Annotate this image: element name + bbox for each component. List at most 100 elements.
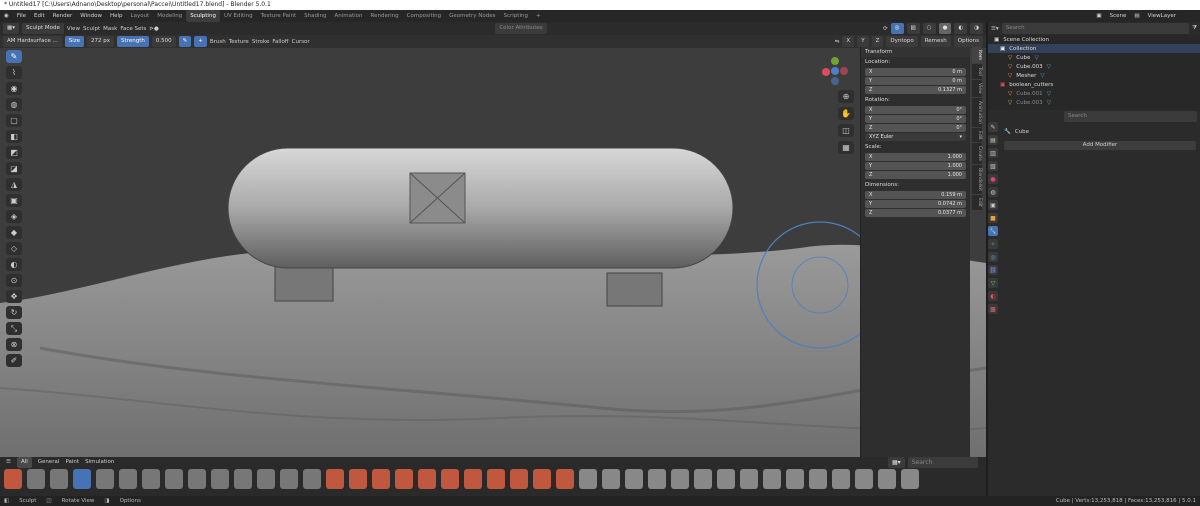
texture-props-icon[interactable]: ▩ <box>988 304 998 314</box>
menu-brush[interactable]: Brush <box>210 39 226 45</box>
world-props-icon[interactable]: ◍ <box>988 187 998 197</box>
tab-texture-paint[interactable]: Texture Paint <box>257 10 301 22</box>
zoom-tool-icon[interactable]: ⊙ <box>6 274 22 287</box>
brush-thumb[interactable] <box>326 469 344 489</box>
brush-thumb[interactable] <box>694 469 712 489</box>
brush-thumb[interactable] <box>786 469 804 489</box>
pressure-icon[interactable]: ✎ <box>178 36 192 47</box>
tab-layout[interactable]: Layout <box>127 10 154 22</box>
brush-thumb[interactable] <box>119 469 137 489</box>
wireframe-shading-icon[interactable]: ○ <box>922 23 936 34</box>
outliner-item-cube-003b[interactable]: ▽ Cube.003 ▽ <box>988 98 1200 107</box>
outliner-search[interactable]: Search <box>1001 23 1190 34</box>
scene-selector[interactable]: Scene <box>1106 10 1131 22</box>
navigation-gizmo[interactable] <box>818 56 852 86</box>
menu-falloff[interactable]: Falloff <box>272 39 288 45</box>
paint-icon[interactable]: ◉ <box>6 82 22 95</box>
outliner-scene-collection[interactable]: ▣ Scene Collection <box>988 35 1200 44</box>
mask-by-color-icon[interactable]: ◐ <box>6 258 22 271</box>
viewlayer-selector[interactable]: ViewLayer <box>1144 10 1180 22</box>
brush-thumb[interactable] <box>763 469 781 489</box>
brush-thumb[interactable] <box>464 469 482 489</box>
brush-thumb[interactable] <box>901 469 919 489</box>
brush-thumb[interactable] <box>4 469 22 489</box>
annotate-icon[interactable]: ✐ <box>6 354 22 367</box>
brush-thumb[interactable] <box>188 469 206 489</box>
color-icon[interactable]: ◍ <box>6 98 22 111</box>
output-props-icon[interactable]: ▥ <box>988 148 998 158</box>
tab-item[interactable]: Item <box>972 47 982 64</box>
modifier-props-icon[interactable]: 🔧 <box>988 226 998 236</box>
draw-brush-icon[interactable]: ✎ <box>6 50 22 63</box>
scale-z-field[interactable]: Z 1.000 <box>865 171 966 179</box>
brush-thumb[interactable] <box>211 469 229 489</box>
grid-view-icon[interactable]: ▦ <box>838 141 854 154</box>
brush-thumb[interactable] <box>510 469 528 489</box>
shelf-tab-general[interactable]: General <box>38 459 60 465</box>
brush-thumb[interactable] <box>303 469 321 489</box>
brush-thumb[interactable] <box>671 469 689 489</box>
move-icon[interactable]: ✥ <box>6 290 22 303</box>
outliner-collection[interactable]: ▣ Collection <box>988 44 1200 53</box>
brush-thumb[interactable] <box>418 469 436 489</box>
pan-icon[interactable]: ✋ <box>838 107 854 120</box>
particles-props-icon[interactable]: ✧ <box>988 239 998 249</box>
tab-create[interactable]: Create <box>972 143 982 165</box>
mask-box-icon[interactable]: ▢ <box>6 114 22 127</box>
tab-shading[interactable]: Shading <box>300 10 330 22</box>
shelf-display-icon[interactable]: ▦▾ <box>888 457 905 468</box>
outliner-boolean-cutters[interactable]: ▣ boolean_cutters <box>988 80 1200 89</box>
material-shading-icon[interactable]: ◐ <box>954 23 968 34</box>
direction-add-icon[interactable]: + <box>194 36 207 47</box>
options-dropdown[interactable]: Options <box>953 36 983 47</box>
scale-x-field[interactable]: X 1.000 <box>865 153 966 161</box>
brush-thumb[interactable] <box>50 469 68 489</box>
line-project-icon[interactable]: ◮ <box>6 178 22 191</box>
remesh-dropdown[interactable]: Remesh <box>920 36 951 47</box>
brush-thumb[interactable] <box>234 469 252 489</box>
brush-thumb[interactable] <box>165 469 183 489</box>
data-props-icon[interactable]: ▽ <box>988 278 998 288</box>
brush-thumb[interactable] <box>809 469 827 489</box>
size-field[interactable]: 272 px <box>87 36 115 47</box>
dimensions-x-field[interactable]: X 0.159 m <box>865 191 966 199</box>
brush-thumb[interactable] <box>142 469 160 489</box>
mesh-filter-icon[interactable]: ▣ <box>6 194 22 207</box>
color-attributes-dropdown[interactable]: Color Attributes <box>495 23 547 34</box>
outliner-item-cube-001[interactable]: ▽ Cube.001 ▽ <box>988 89 1200 98</box>
brush-thumb[interactable] <box>27 469 45 489</box>
filter-icon[interactable]: ⧩ <box>1192 25 1197 32</box>
visibility-icon[interactable]: ⊳● <box>149 26 158 32</box>
tab-tool[interactable]: Tool <box>972 64 982 79</box>
brush-thumb[interactable] <box>487 469 505 489</box>
solid-shading-icon[interactable]: ● <box>938 23 952 34</box>
color-filter-icon[interactable]: ◆ <box>6 226 22 239</box>
material-props-icon[interactable]: ◐ <box>988 291 998 301</box>
editor-type-icon[interactable]: ▦▾ <box>3 23 19 34</box>
blender-logo-icon[interactable]: ◉ <box>0 10 13 22</box>
shelf-tab-all[interactable]: All <box>16 456 32 468</box>
rotation-z-field[interactable]: Z 0° <box>865 124 966 132</box>
dimensions-z-field[interactable]: Z 0.0377 m <box>865 209 966 217</box>
menu-file[interactable]: File <box>13 10 30 22</box>
brush-tool-icon[interactable]: ⌇ <box>6 66 22 79</box>
menu-texture[interactable]: Texture <box>229 39 249 45</box>
overlay-icon[interactable]: ◎ <box>890 23 904 34</box>
outliner-editor-icon[interactable]: ☰▾ <box>991 26 999 32</box>
location-y-field[interactable]: Y 0 m <box>865 77 966 85</box>
location-x-field[interactable]: X 0 m <box>865 68 966 76</box>
shelf-search[interactable]: Search <box>907 457 978 468</box>
shelf-tab-simulation[interactable]: Simulation <box>85 459 114 465</box>
brush-thumb[interactable] <box>349 469 367 489</box>
shelf-tab-paint[interactable]: Paint <box>65 459 79 465</box>
tab-sculpting[interactable]: Sculpting <box>186 10 220 22</box>
mode-selector[interactable]: Sculpt Mode <box>21 23 64 34</box>
outliner-item-mesher[interactable]: ▽ Mesher ▽ <box>988 71 1200 80</box>
axis-z[interactable]: Z <box>871 36 884 47</box>
axis-x[interactable]: X <box>842 36 855 47</box>
trim-icon[interactable]: ◪ <box>6 162 22 175</box>
rotation-mode-dropdown[interactable]: XYZ Euler ▾ <box>865 133 966 141</box>
brush-thumb[interactable] <box>280 469 298 489</box>
physics-props-icon[interactable]: ◎ <box>988 252 998 262</box>
brush-thumb[interactable] <box>96 469 114 489</box>
